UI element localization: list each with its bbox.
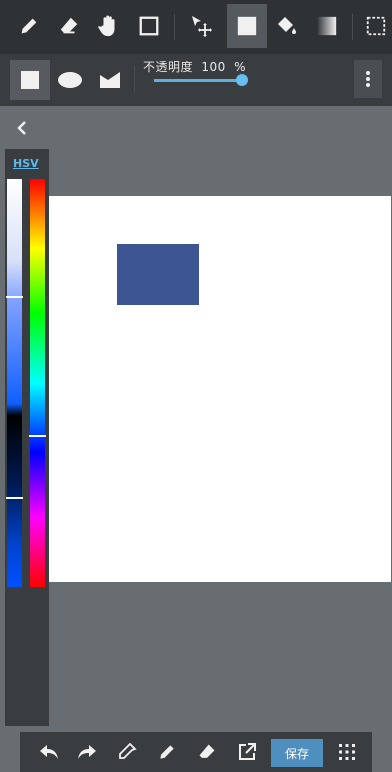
opacity-label-text: 不透明度 [143, 60, 194, 74]
save-button[interactable]: 保存 [271, 739, 323, 767]
value-marker[interactable] [6, 497, 23, 499]
shape-ellipse-button[interactable] [50, 60, 90, 100]
hand-tool-button[interactable] [89, 4, 129, 48]
subbar-divider [134, 66, 135, 92]
chevron-left-icon [17, 121, 26, 135]
fill-rect-tool-button[interactable] [227, 4, 267, 48]
ellipse-shape-icon [58, 72, 82, 88]
bucket-tool-button[interactable] [267, 4, 307, 48]
drawn-rectangle-shape [117, 244, 199, 305]
fill-rect-icon [237, 16, 257, 36]
more-vertical-icon [366, 71, 370, 87]
bottom-toolbar: 保存 [20, 732, 372, 772]
opacity-label: 不透明度 100 % [143, 58, 250, 75]
shape-rectangle-button[interactable] [10, 60, 50, 100]
eraser-tool-button[interactable] [49, 4, 89, 48]
grid-dots-icon [339, 744, 355, 760]
shape-options-bar: 不透明度 100 % [0, 54, 392, 106]
opacity-slider-track[interactable] [154, 79, 242, 82]
square-select-icon [139, 16, 159, 36]
opacity-value: 100 [201, 60, 226, 74]
toolbar-divider [174, 14, 175, 40]
hsv-mode-tab[interactable]: HSV [13, 157, 39, 170]
hue-slider[interactable] [30, 179, 45, 587]
pen-tool-button[interactable] [9, 4, 49, 48]
menu-grid-button[interactable] [332, 737, 362, 767]
export-button[interactable] [232, 737, 262, 767]
collapse-panel-button[interactable] [10, 116, 34, 140]
undo-icon [40, 745, 58, 759]
opacity-slider-thumb[interactable] [236, 74, 248, 86]
pen-button[interactable] [152, 737, 182, 767]
shape-polygon-button[interactable] [90, 60, 130, 100]
saturation-marker[interactable] [6, 296, 23, 298]
drawing-canvas[interactable] [49, 196, 391, 582]
eraser-icon [199, 744, 215, 758]
eraser-icon [60, 17, 78, 34]
eyedropper-icon [119, 742, 137, 759]
move-icon [192, 16, 212, 37]
undo-button[interactable] [34, 737, 64, 767]
eyedropper-button[interactable] [112, 737, 142, 767]
toolbar-divider [352, 14, 353, 40]
gradient-tool-button[interactable] [307, 4, 347, 48]
selection-icon [366, 16, 385, 36]
more-options-button[interactable] [354, 60, 382, 98]
hue-marker[interactable] [29, 435, 46, 437]
color-panel: HSV [5, 149, 49, 726]
opacity-unit: % [234, 60, 246, 74]
redo-icon [78, 745, 96, 759]
pen-icon [160, 745, 174, 759]
main-toolbar [0, 0, 392, 54]
saturation-value-slider[interactable] [7, 179, 22, 587]
bucket-icon [278, 17, 296, 34]
rectangle-shape-icon [21, 71, 39, 89]
polygon-shape-icon [100, 72, 120, 88]
hand-icon [98, 15, 115, 37]
selection-tool-button[interactable] [359, 4, 392, 48]
move-tool-button[interactable] [181, 4, 221, 48]
eraser-button[interactable] [192, 737, 222, 767]
redo-button[interactable] [72, 737, 102, 767]
pen-icon [21, 18, 37, 34]
external-link-icon [239, 743, 256, 760]
rect-select-tool-button[interactable] [129, 4, 169, 48]
gradient-icon [317, 16, 337, 36]
